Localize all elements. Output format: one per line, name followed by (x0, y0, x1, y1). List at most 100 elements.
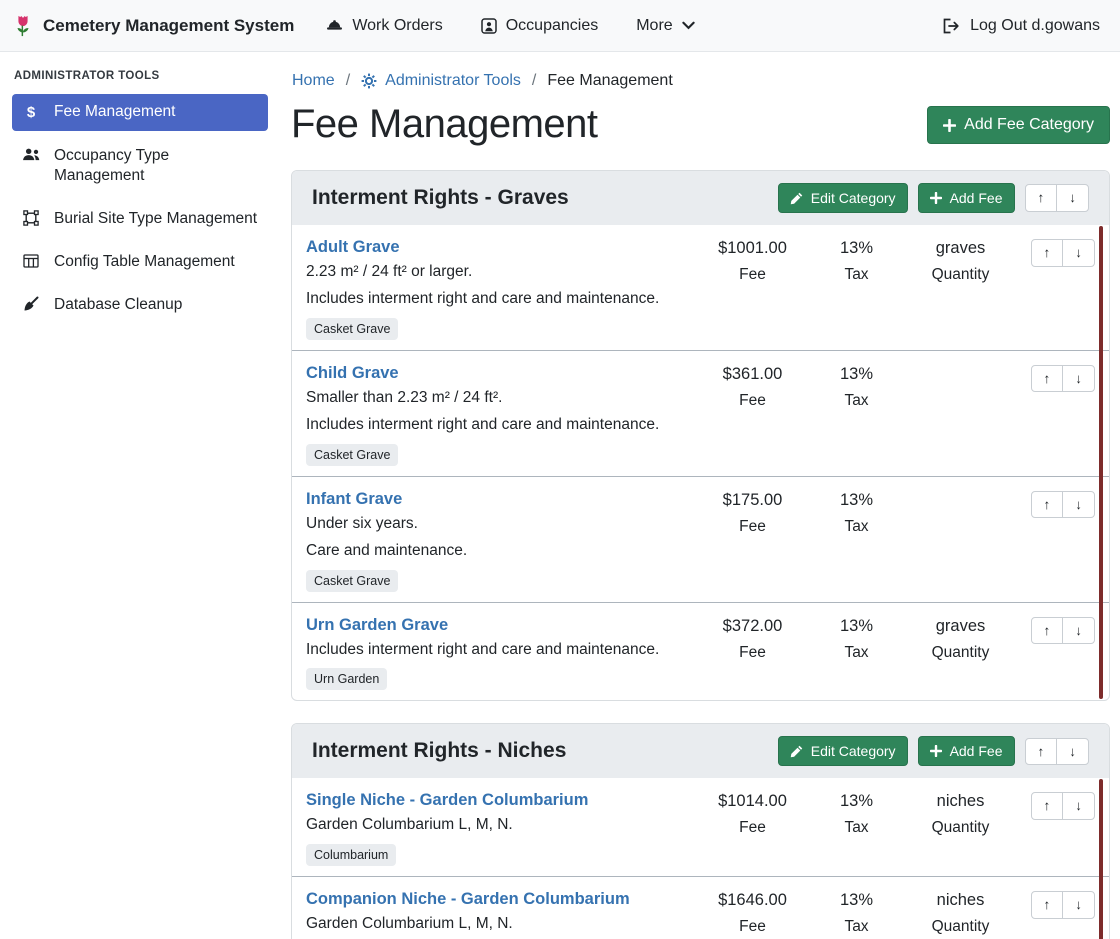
category-title: Interment Rights - Niches (312, 739, 566, 763)
fee-descriptions: Under six years.Care and maintenance. (306, 514, 691, 562)
nav-occupancies-label: Occupancies (506, 17, 599, 35)
fee-amount-column: $1646.00 Fee (697, 889, 809, 936)
nav-work-orders[interactable]: Work Orders (326, 17, 442, 35)
arrow-up-icon: ↑ (1044, 896, 1051, 914)
fee-quantity: niches (905, 792, 1017, 811)
fee-type-badge: Urn Garden (306, 668, 387, 690)
sidebar-item-label: Burial Site Type Management (54, 209, 257, 229)
card-scrollbar[interactable] (1099, 779, 1103, 939)
fee-amount-label: Fee (697, 918, 809, 936)
move-fee-up-button[interactable]: ↑ (1031, 365, 1064, 393)
sidebar-header: ADMINISTRATOR TOOLS (0, 56, 280, 94)
fee-name-link[interactable]: Companion Niche - Garden Columbarium (306, 890, 630, 909)
fee-quantity-label: Quantity (905, 266, 1017, 284)
fee-list: Single Niche - Garden Columbarium Garden… (292, 778, 1109, 939)
sidebar-item-burial-site-type-management[interactable]: Burial Site Type Management (12, 201, 268, 237)
fee-info: Adult Grave 2.23 m² / 24 ft² or larger.I… (306, 237, 697, 340)
fee-name-link[interactable]: Single Niche - Garden Columbarium (306, 791, 588, 810)
nav-more[interactable]: More (636, 17, 694, 35)
fee-tax: 13% (809, 891, 905, 910)
arrow-down-icon: ↓ (1069, 189, 1076, 207)
nav-occupancies[interactable]: Occupancies (481, 17, 599, 35)
category-actions: Edit Category Add Fee ↑ ↓ (778, 736, 1089, 766)
breadcrumb: Home / Administrator Tools / Fee Man (292, 72, 1110, 90)
fee-quantity-label: Quantity (905, 819, 1017, 837)
plus-icon (930, 745, 942, 757)
move-fee-down-button[interactable]: ↓ (1062, 365, 1095, 393)
move-fee-down-button[interactable]: ↓ (1062, 617, 1095, 645)
fee-row: Child Grave Smaller than 2.23 m² / 24 ft… (292, 350, 1109, 476)
edit-category-label: Edit Category (811, 190, 896, 206)
move-category-down-button[interactable]: ↓ (1056, 738, 1089, 766)
move-category-up-button[interactable]: ↑ (1025, 184, 1058, 212)
fee-info: Urn Garden Grave Includes interment righ… (306, 615, 697, 691)
categories-container: Interment Rights - Graves Edit Category (291, 170, 1110, 939)
sidebar-item-database-cleanup[interactable]: Database Cleanup (12, 287, 268, 323)
move-fee-down-button[interactable]: ↓ (1062, 891, 1095, 919)
sidebar-item-occupancy-type-management[interactable]: Occupancy Type Management (12, 138, 268, 194)
fee-name-link[interactable]: Urn Garden Grave (306, 616, 448, 635)
edit-category-button[interactable]: Edit Category (778, 183, 908, 213)
fee-reorder-group: ↑ ↓ (1031, 489, 1096, 519)
add-fee-category-button[interactable]: Add Fee Category (927, 106, 1110, 144)
fee-amount: $361.00 (697, 365, 809, 384)
fee-reorder-group: ↑ ↓ (1031, 615, 1096, 645)
plus-icon (943, 119, 956, 132)
breadcrumb-admin-tools-link[interactable]: Administrator Tools (361, 72, 521, 90)
arrow-down-icon: ↓ (1075, 244, 1082, 262)
fee-name-link[interactable]: Infant Grave (306, 490, 402, 509)
breadcrumb-home-link[interactable]: Home (292, 72, 335, 90)
move-fee-up-button[interactable]: ↑ (1031, 239, 1064, 267)
move-fee-down-button[interactable]: ↓ (1062, 239, 1095, 267)
fee-tax-column: 13% Tax (809, 889, 905, 936)
fee-row: Single Niche - Garden Columbarium Garden… (292, 778, 1109, 876)
fee-reorder-group: ↑ ↓ (1031, 889, 1096, 919)
move-fee-down-button[interactable]: ↓ (1062, 792, 1095, 820)
fee-quantity: graves (905, 617, 1017, 636)
move-fee-up-button[interactable]: ↑ (1031, 792, 1064, 820)
pencil-icon (790, 192, 803, 205)
fee-tax-column: 13% Tax (809, 615, 905, 662)
chevron-down-icon (682, 21, 695, 30)
breadcrumb-current: Fee Management (547, 72, 672, 90)
breadcrumb-separator: / (532, 72, 536, 90)
fee-tax: 13% (809, 792, 905, 811)
add-fee-button[interactable]: Add Fee (918, 736, 1015, 766)
logout-button[interactable]: Log Out d.gowans (942, 17, 1100, 35)
fee-reorder-group: ↑ ↓ (1031, 790, 1096, 820)
fee-tax-column: 13% Tax (809, 363, 905, 410)
category-header: Interment Rights - Niches Edit Category (292, 724, 1109, 778)
fee-name-link[interactable]: Adult Grave (306, 238, 400, 257)
add-fee-category-label: Add Fee Category (964, 116, 1094, 134)
move-fee-up-button[interactable]: ↑ (1031, 617, 1064, 645)
fee-quantity: niches (905, 891, 1017, 910)
sidebar-item-config-table-management[interactable]: Config Table Management (12, 244, 268, 280)
arrow-up-icon: ↑ (1044, 797, 1051, 815)
add-fee-button[interactable]: Add Fee (918, 183, 1015, 213)
fee-reorder-group: ↑ ↓ (1031, 237, 1096, 267)
fee-list: Adult Grave 2.23 m² / 24 ft² or larger.I… (292, 225, 1109, 700)
broom-icon (21, 296, 41, 312)
fee-name-link[interactable]: Child Grave (306, 364, 399, 383)
move-fee-up-button[interactable]: ↑ (1031, 891, 1064, 919)
fee-description: Garden Columbarium L, M, N. (306, 914, 691, 935)
edit-category-button[interactable]: Edit Category (778, 736, 908, 766)
fee-tax-label: Tax (809, 392, 905, 410)
move-category-up-button[interactable]: ↑ (1025, 738, 1058, 766)
sidebar-item-label: Occupancy Type Management (54, 146, 259, 186)
fee-description: Under six years. (306, 514, 691, 535)
fee-amount-label: Fee (697, 644, 809, 662)
sidebar-item-fee-management[interactable]: $ Fee Management (12, 94, 268, 131)
arrow-up-icon: ↑ (1044, 622, 1051, 640)
app-brand[interactable]: Cemetery Management System (12, 13, 294, 39)
move-fee-down-button[interactable]: ↓ (1062, 491, 1095, 519)
fee-amount-label: Fee (697, 392, 809, 410)
move-fee-up-button[interactable]: ↑ (1031, 491, 1064, 519)
fee-quantity-label: Quantity (905, 644, 1017, 662)
fee-amount-column: $372.00 Fee (697, 615, 809, 662)
fee-tax-column: 13% Tax (809, 790, 905, 837)
move-category-down-button[interactable]: ↓ (1056, 184, 1089, 212)
fee-type-badge: Columbarium (306, 844, 396, 866)
people-icon (21, 147, 41, 162)
card-scrollbar[interactable] (1099, 226, 1103, 699)
